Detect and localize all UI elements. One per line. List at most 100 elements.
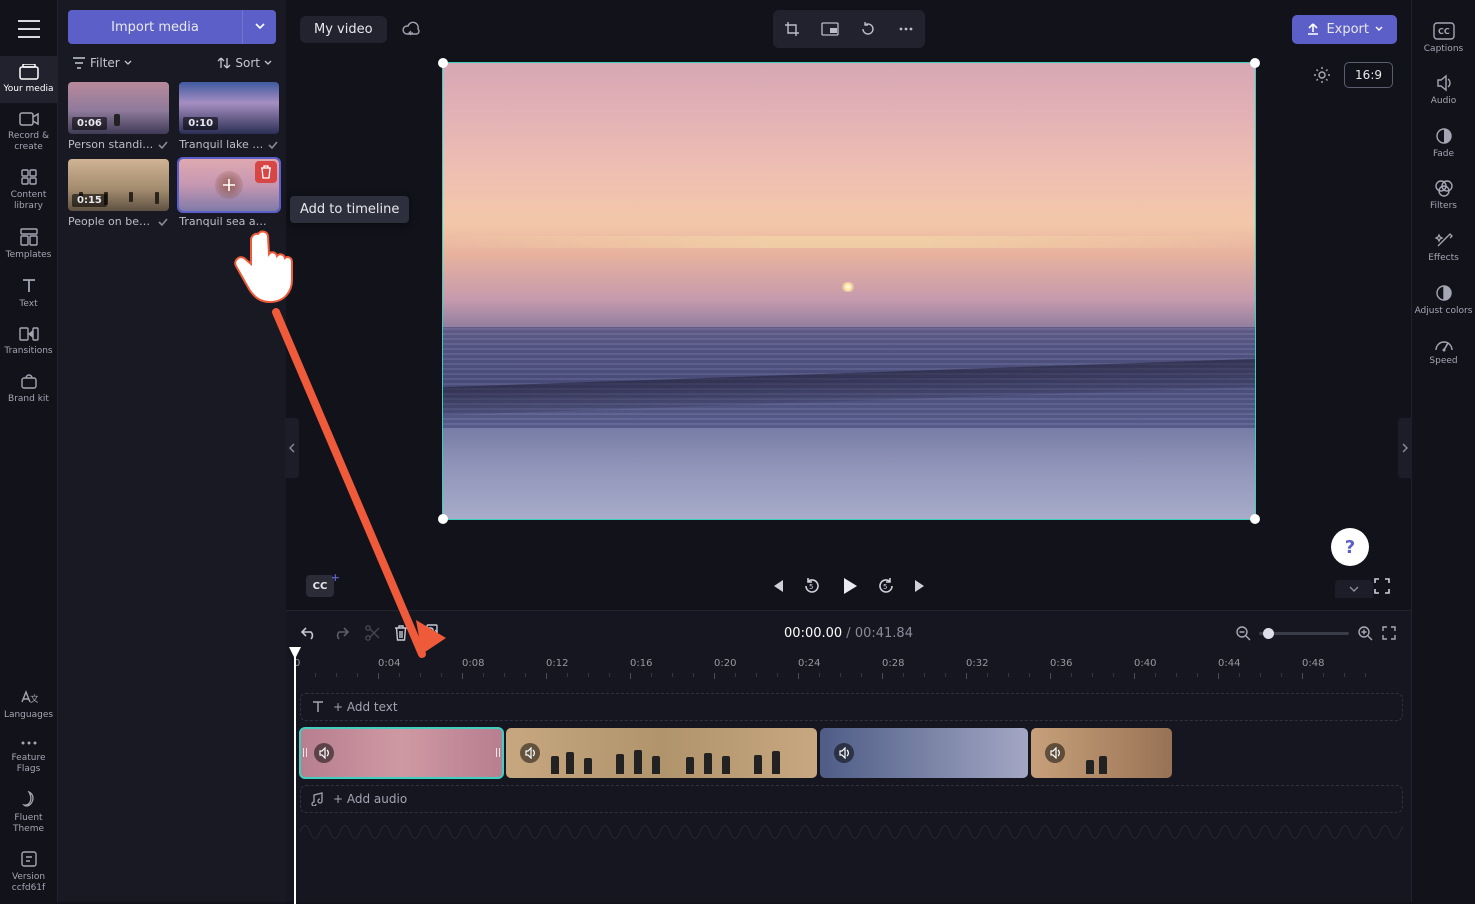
zoom-slider[interactable] [1259, 632, 1349, 635]
media-clip-selected[interactable]: Tranquil sea a… [179, 159, 279, 228]
rr-label: Fade [1433, 149, 1454, 159]
more-button[interactable] [891, 14, 921, 44]
zoom-handle[interactable] [1263, 628, 1274, 639]
text-lane[interactable]: + Add text [300, 693, 1403, 721]
left-rail: Your media Record & create Content libra… [0, 0, 58, 902]
undo-icon [300, 625, 318, 641]
timeline-ruler[interactable]: 00:040:080:120:160:200:240:280:320:360:4… [286, 655, 1411, 683]
split-button[interactable] [364, 624, 380, 642]
fullscreen-icon [1373, 577, 1391, 595]
player-controls: CC 5 5 [286, 562, 1411, 610]
clip-delete-button[interactable] [255, 161, 277, 183]
resize-handle[interactable] [1250, 58, 1260, 68]
collapse-timeline[interactable] [1335, 580, 1373, 598]
import-button[interactable]: Import media [68, 10, 242, 44]
hamburger-menu[interactable] [10, 12, 48, 46]
filters-icon [1434, 179, 1454, 197]
duplicate-button[interactable] [422, 624, 438, 642]
rail-brand[interactable]: Brand kit [0, 364, 57, 413]
rr-adjust[interactable]: Adjust colors [1412, 276, 1475, 324]
preview-video [443, 63, 1255, 519]
help-button[interactable]: ? [1331, 528, 1369, 566]
preview-frame[interactable] [442, 62, 1256, 520]
chevron-down-icon [124, 60, 132, 66]
rail-text[interactable]: Text [0, 269, 57, 318]
play-button[interactable] [838, 575, 860, 597]
trash-icon [394, 625, 408, 642]
rr-filters[interactable]: Filters [1412, 171, 1475, 219]
rail-version[interactable]: Version ccfd61f [0, 842, 57, 902]
audio-lane[interactable]: + Add audio [300, 785, 1403, 813]
library-icon [20, 168, 38, 186]
collapse-right-rail[interactable] [1398, 418, 1412, 478]
audio-icon[interactable] [314, 743, 334, 763]
filter-icon [72, 57, 86, 69]
rail-library[interactable]: Content library [0, 160, 57, 220]
rail-label: Record & create [2, 131, 55, 153]
resize-handle[interactable] [1250, 514, 1260, 524]
timeline-tracks: + Add text || || [286, 683, 1411, 902]
rail-transitions[interactable]: Transitions [0, 318, 57, 365]
delete-button[interactable] [394, 625, 408, 642]
import-caret[interactable] [242, 10, 276, 44]
clip-add-button[interactable] [215, 171, 243, 199]
rr-label: Speed [1429, 356, 1457, 366]
project-title[interactable]: My video [300, 16, 387, 43]
rr-effects[interactable]: Effects [1412, 223, 1475, 271]
pip-icon [821, 22, 839, 36]
timeline-clip[interactable]: || || [300, 728, 503, 778]
ruler-tick: 0:20 [714, 658, 736, 669]
audio-icon[interactable] [1045, 743, 1065, 763]
undo-button[interactable] [300, 625, 318, 641]
timeline-clip[interactable] [506, 728, 817, 778]
timeline-clip[interactable] [1031, 728, 1172, 778]
media-clip[interactable]: 0:10 Tranquil lake … [179, 82, 279, 151]
redo-button[interactable] [332, 625, 350, 641]
playhead[interactable] [294, 653, 296, 904]
rewind-button[interactable]: 5 [802, 576, 822, 596]
rail-templates[interactable]: Templates [0, 220, 57, 269]
audio-icon[interactable] [520, 743, 540, 763]
resize-handle[interactable] [438, 58, 448, 68]
export-button[interactable]: Export [1292, 15, 1397, 44]
timeline-clip[interactable] [820, 728, 1028, 778]
captions-button[interactable]: CC [306, 575, 334, 597]
filter-button[interactable]: Filter [72, 56, 132, 70]
fullscreen-button[interactable] [1373, 577, 1391, 595]
pip-button[interactable] [815, 14, 845, 44]
zoom-in-icon[interactable] [1357, 625, 1373, 641]
ruler-tick: 0:16 [630, 658, 652, 669]
clip-handle[interactable]: || [493, 728, 503, 778]
crop-button[interactable] [777, 14, 807, 44]
media-clip[interactable]: 0:15 People on be… [68, 159, 169, 228]
skip-forward-button[interactable] [912, 577, 930, 595]
rr-captions[interactable]: CC Captions [1412, 14, 1475, 62]
collapse-media-panel[interactable] [285, 418, 299, 478]
media-clip[interactable]: 0:06 Person standi… [68, 82, 169, 151]
fit-icon[interactable] [1381, 625, 1397, 641]
video-lane[interactable]: || || [300, 725, 1403, 781]
rail-label: Text [19, 299, 37, 310]
resize-handle[interactable] [438, 514, 448, 524]
rail-record[interactable]: Record & create [0, 103, 57, 161]
clip-handle[interactable]: || [300, 728, 310, 778]
export-label: Export [1326, 22, 1369, 37]
media-icon [19, 64, 39, 80]
rr-speed[interactable]: Speed [1412, 328, 1475, 374]
audio-icon[interactable] [834, 743, 854, 763]
version-icon [20, 850, 38, 868]
rail-your-media[interactable]: Your media [0, 56, 57, 103]
rail-flags[interactable]: Feature Flags [0, 729, 57, 783]
preview-area [286, 58, 1411, 562]
cloud-sync-icon[interactable] [401, 19, 421, 39]
zoom-out-icon[interactable] [1235, 625, 1251, 641]
rotate-button[interactable] [853, 14, 883, 44]
forward-button[interactable]: 5 [876, 576, 896, 596]
rr-audio[interactable]: Audio [1412, 66, 1475, 114]
rr-fade[interactable]: Fade [1412, 119, 1475, 167]
rail-languages[interactable]: 文 Languages [0, 680, 57, 729]
skip-back-button[interactable] [768, 577, 786, 595]
sort-label: Sort [235, 56, 260, 70]
rail-fluent[interactable]: Fluent Theme [0, 783, 57, 843]
sort-button[interactable]: Sort [217, 56, 272, 70]
